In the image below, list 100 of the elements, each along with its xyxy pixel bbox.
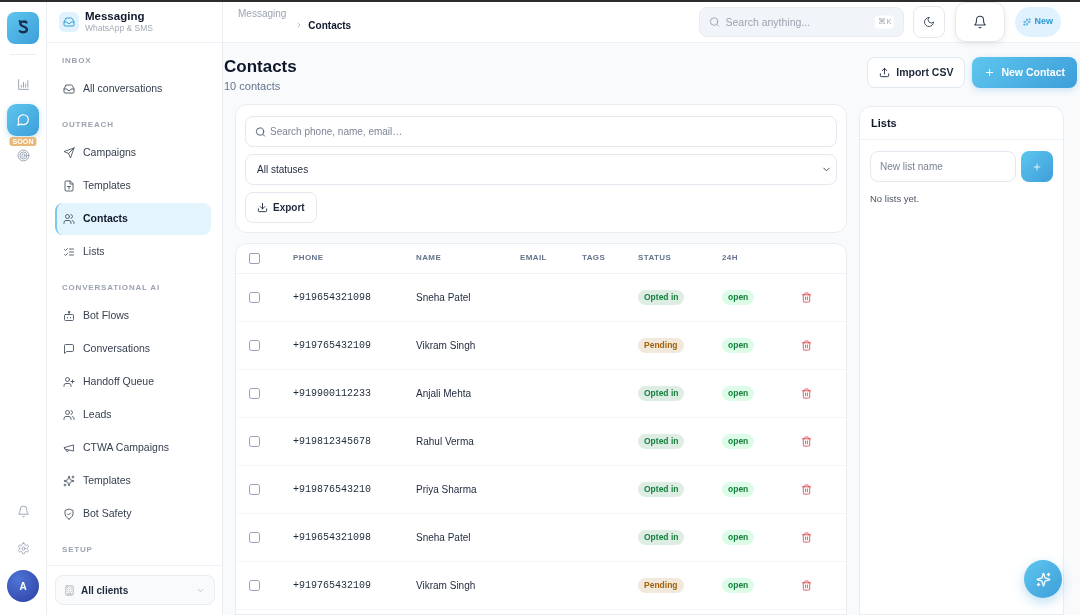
theme-toggle-button[interactable] [913, 6, 946, 38]
section-heading: INBOX [61, 56, 93, 66]
notifications-button[interactable] [955, 2, 1006, 42]
status-badge: Opted in [638, 530, 685, 545]
contact-name: Sneha Patel [416, 531, 471, 543]
inbox-icon [63, 83, 75, 95]
row-checkbox[interactable] [249, 579, 260, 591]
nav-item[interactable]: Campaigns [55, 137, 211, 169]
nav-item[interactable]: Templates [55, 465, 211, 497]
row-checkbox[interactable] [249, 339, 260, 351]
phone-number: +919765432109 [293, 340, 371, 351]
select-all-checkbox[interactable] [249, 252, 260, 264]
window-badge: open [722, 386, 755, 401]
contact-name: Anjali Mehta [416, 387, 472, 399]
logo-icon[interactable] [7, 12, 39, 44]
contact-count: 10 contacts [224, 79, 282, 93]
contact-name: Vikram Singh [416, 579, 476, 591]
plus-icon [984, 67, 996, 78]
avatar[interactable]: A [7, 570, 39, 602]
nav-item[interactable]: Contacts [55, 203, 211, 235]
search-icon [709, 16, 721, 28]
paper-plane-icon [63, 147, 75, 159]
chart-icon[interactable] [16, 78, 30, 91]
chat-icon [16, 113, 30, 127]
contact-name: Sneha Patel [416, 291, 471, 303]
status-badge: Opted in [638, 386, 685, 401]
column-header: PHONE [293, 253, 324, 263]
panel-title: Lists [871, 115, 897, 131]
row-checkbox[interactable] [249, 291, 260, 303]
status-badge: Opted in [638, 482, 685, 497]
status-badge: Opted in [638, 434, 685, 449]
users-icon [63, 409, 75, 421]
phone-number: +919900112233 [293, 388, 371, 399]
nav-item[interactable]: Templates [55, 170, 211, 202]
inbox-icon [59, 12, 79, 32]
checklist-icon [63, 246, 75, 258]
settings-icon[interactable] [16, 542, 30, 555]
trash-icon[interactable] [801, 483, 812, 495]
chat-icon [63, 343, 75, 355]
phone-number: +919876543210 [293, 484, 371, 495]
trash-icon[interactable] [801, 291, 812, 303]
column-header: NAME [416, 253, 442, 263]
list-name-input[interactable]: New list name [870, 151, 1016, 182]
status-badge: Opted in [638, 290, 685, 305]
trash-icon[interactable] [801, 387, 812, 399]
window-badge: open [722, 530, 755, 545]
nav-item[interactable]: Bot Flows [55, 300, 211, 332]
phone-number: +919654321098 [293, 532, 371, 543]
export-button[interactable]: Export [245, 192, 317, 223]
column-header: TAGS [582, 253, 606, 263]
target-icon[interactable] [16, 149, 30, 162]
megaphone-icon [63, 442, 75, 454]
sparkles-icon [1023, 18, 1032, 26]
robot-icon [63, 310, 75, 322]
column-header: 24H [722, 253, 738, 263]
nav-button[interactable] [7, 104, 39, 136]
document-icon [63, 180, 75, 192]
empty-message: No lists yet. [870, 192, 920, 206]
import-button[interactable]: Import CSV [867, 57, 966, 88]
status-badge: Pending [638, 338, 684, 353]
nav-item[interactable]: CTWA Campaigns [55, 432, 211, 464]
search-field[interactable]: Search phone, name, email… [245, 116, 837, 147]
trash-icon[interactable] [801, 339, 812, 351]
trash-icon[interactable] [801, 579, 812, 591]
section-heading: OUTREACH [61, 120, 115, 130]
download-icon [257, 202, 268, 213]
nav-item[interactable]: All conversations [55, 73, 211, 105]
window-badge: open [722, 290, 755, 305]
trash-icon[interactable] [801, 435, 812, 447]
bell-icon [973, 15, 988, 29]
nav-item[interactable]: Conversations [55, 333, 211, 365]
window-badge: open [722, 434, 755, 449]
page-title: Contacts [224, 57, 297, 77]
nav-item[interactable]: Bot Safety [55, 498, 211, 530]
plus-icon [1032, 161, 1042, 172]
nav-item[interactable]: Handoff Queue [55, 366, 211, 398]
window-badge: open [722, 338, 755, 353]
row-checkbox[interactable] [249, 531, 260, 543]
row-checkbox[interactable] [249, 483, 260, 495]
status-select[interactable]: All statuses [245, 154, 837, 185]
phone-number: +919654321098 [293, 292, 371, 303]
row-checkbox[interactable] [249, 387, 260, 399]
add-list-button[interactable] [1021, 151, 1053, 182]
client-select[interactable]: All clients [55, 575, 215, 605]
column-header: STATUS [638, 253, 672, 263]
search-icon [255, 126, 266, 137]
contact-name: Rahul Verma [416, 435, 474, 447]
users-icon [63, 213, 75, 225]
section-heading: SETUP [61, 545, 94, 555]
user-plus-icon [63, 376, 75, 388]
breadcrumb-current: Contacts [308, 18, 352, 33]
nav-item[interactable]: Leads [55, 399, 211, 431]
status-badge: Pending [638, 578, 684, 593]
nav-item[interactable]: Lists [55, 236, 211, 268]
bell-icon[interactable] [16, 505, 30, 518]
trash-icon[interactable] [801, 531, 812, 543]
row-checkbox[interactable] [249, 435, 260, 447]
section-heading: CONVERSATIONAL AI [61, 283, 161, 293]
upload-icon [879, 67, 891, 78]
contact-name: Vikram Singh [416, 339, 476, 351]
